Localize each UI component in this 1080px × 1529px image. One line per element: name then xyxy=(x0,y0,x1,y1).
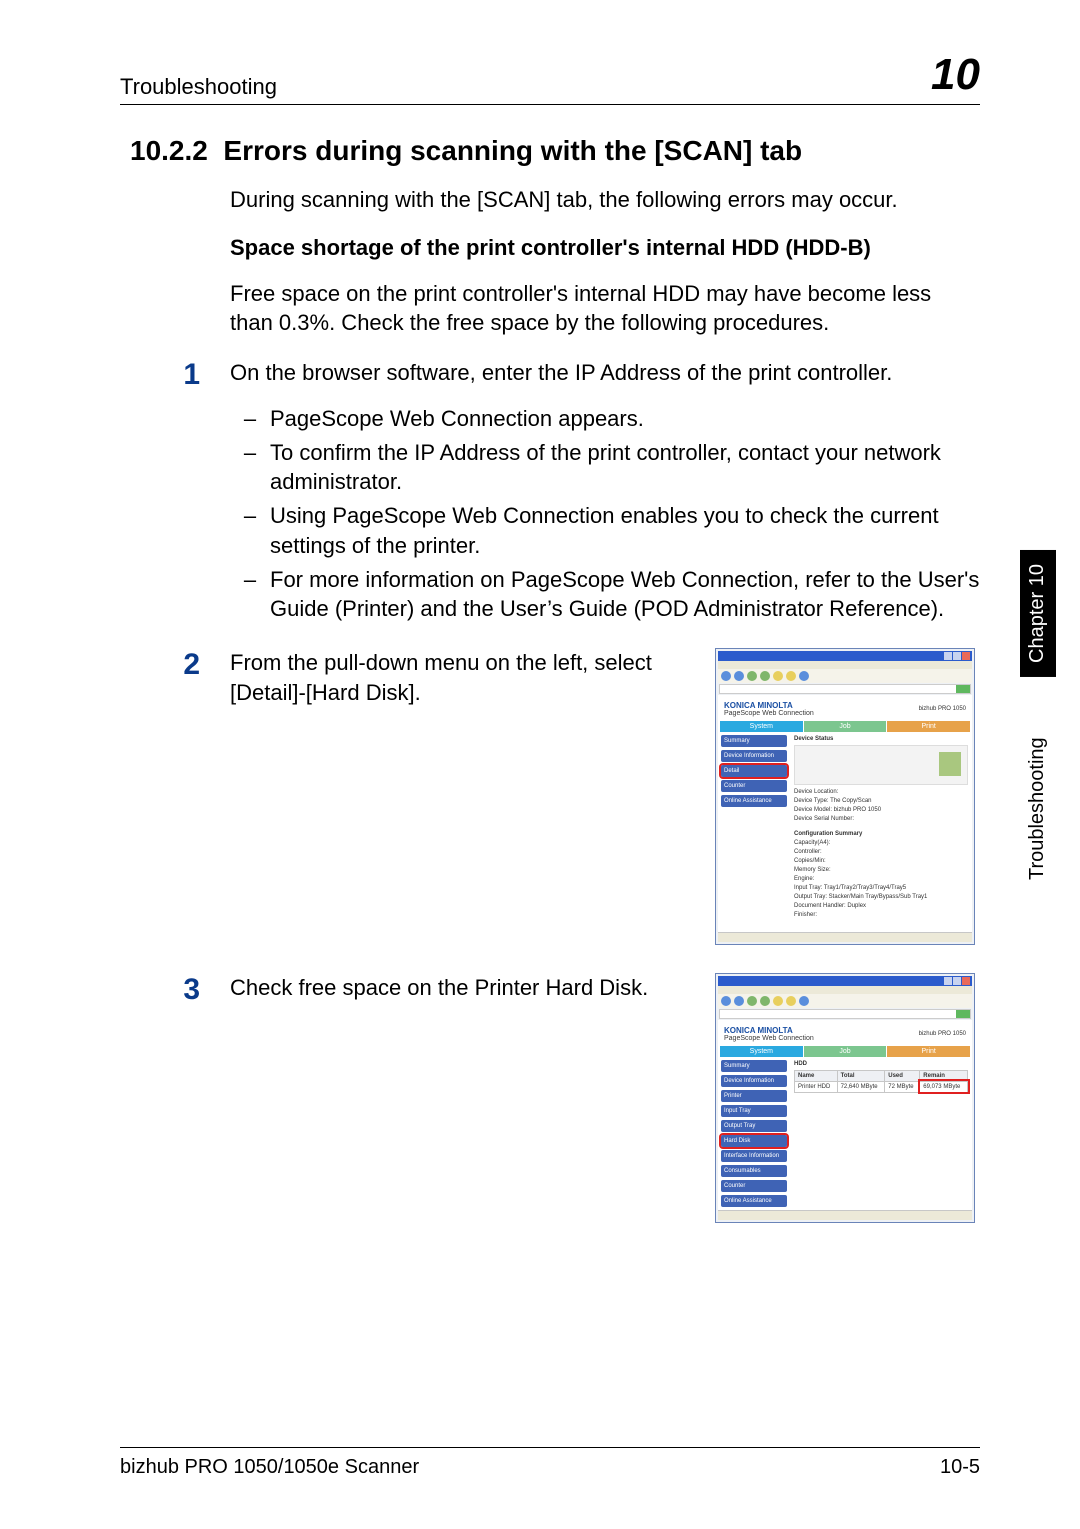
sub-intro: Free space on the print controller's int… xyxy=(230,279,980,338)
nav-summary[interactable]: Summary xyxy=(721,1060,787,1072)
step-3-text: Check free space on the Printer Hard Dis… xyxy=(230,973,699,1003)
col-remain: Remain xyxy=(920,1070,968,1081)
kv-row: Controller: xyxy=(794,849,968,855)
nav-device-info[interactable]: Device Information xyxy=(721,750,787,762)
tab-job[interactable]: Job xyxy=(804,1046,887,1057)
browser-toolbar xyxy=(718,994,972,1008)
step-2-text: From the pull-down menu on the left, sel… xyxy=(230,648,699,707)
nav-device-info[interactable]: Device Information xyxy=(721,1075,787,1087)
main-panel: HDD Name Total Used Remain Printer HDD 7… xyxy=(790,1057,972,1210)
chapter-number: 10 xyxy=(931,50,980,100)
table-row: Printer HDD 72,640 MByte 72 MByte 69,073… xyxy=(795,1081,968,1092)
nav-summary[interactable]: Summary xyxy=(721,735,787,747)
footer-right: 10-5 xyxy=(940,1456,980,1479)
window-menubar xyxy=(718,986,972,994)
model-label: bizhub PRO 1050 xyxy=(919,706,966,712)
pwc-label: PageScope Web Connection xyxy=(724,1035,814,1042)
address-bar[interactable] xyxy=(719,1009,971,1019)
bullet-4: For more information on PageScope Web Co… xyxy=(270,565,980,624)
nav-detail[interactable]: Detail xyxy=(721,765,787,777)
bullet-2: To confirm the IP Address of the print c… xyxy=(270,438,980,497)
hdd-table: Name Total Used Remain Printer HDD 72,64… xyxy=(794,1070,968,1093)
nav-output-tray[interactable]: Output Tray xyxy=(721,1120,787,1132)
device-illustration xyxy=(794,745,968,785)
nav-hard-disk[interactable]: Hard Disk xyxy=(721,1135,787,1147)
kv-row: Device Location: xyxy=(794,789,968,795)
brand-logo: KONICA MINOLTA xyxy=(724,1026,814,1035)
nav-interface-info[interactable]: Interface Information xyxy=(721,1150,787,1162)
side-tab-title: Troubleshooting xyxy=(1020,677,1056,940)
nav-counter[interactable]: Counter xyxy=(721,780,787,792)
bullet-3: Using PageScope Web Connection enables y… xyxy=(270,501,980,560)
window-titlebar xyxy=(718,651,972,661)
kv-row: Copies/Min: xyxy=(794,858,968,864)
status-bar xyxy=(718,932,972,942)
step-3-number: 3 xyxy=(120,973,230,1007)
tab-job[interactable]: Job xyxy=(804,721,887,732)
kv-row: Capacity(A4): xyxy=(794,840,968,846)
nav-consumables[interactable]: Consumables xyxy=(721,1165,787,1177)
kv-row: Configuration Summary xyxy=(794,831,968,837)
cell-total: 72,640 MByte xyxy=(837,1081,885,1092)
screenshot-1: KONICA MINOLTA PageScope Web Connection … xyxy=(715,648,975,945)
section-heading: 10.2.2 Errors during scanning with the [… xyxy=(130,135,980,167)
sidebar: Summary Device Information Detail Counte… xyxy=(718,732,790,932)
panel-title: Device Status xyxy=(794,736,968,742)
sidebar: Summary Device Information Printer Input… xyxy=(718,1057,790,1210)
cell-remain: 69,073 MByte xyxy=(920,1081,968,1092)
nav-printer[interactable]: Printer xyxy=(721,1090,787,1102)
tab-system[interactable]: System xyxy=(720,721,803,732)
col-used: Used xyxy=(885,1070,920,1081)
model-label: bizhub PRO 1050 xyxy=(919,1031,966,1037)
address-bar[interactable] xyxy=(719,684,971,694)
side-tab: Chapter 10 Troubleshooting xyxy=(1020,550,1056,940)
sub-heading: Space shortage of the print controller's… xyxy=(230,235,980,261)
brand-logo: KONICA MINOLTA xyxy=(724,701,814,710)
kv-row: Memory Size: xyxy=(794,867,968,873)
nav-input-tray[interactable]: Input Tray xyxy=(721,1105,787,1117)
main-panel: Device Status Device Location: Device Ty… xyxy=(790,732,972,932)
kv-row: Output Tray: Stacker/Main Tray/Bypass/Su… xyxy=(794,894,968,900)
kv-row: Finisher: xyxy=(794,912,968,918)
tab-print[interactable]: Print xyxy=(887,721,970,732)
hdd-title: HDD xyxy=(794,1061,968,1067)
tab-system[interactable]: System xyxy=(720,1046,803,1057)
kv-row: Device Serial Number: xyxy=(794,816,968,822)
kv-row: Input Tray: Tray1/Tray2/Tray3/Tray4/Tray… xyxy=(794,885,968,891)
step-1-number: 1 xyxy=(120,358,230,392)
cell-name: Printer HDD xyxy=(795,1081,838,1092)
browser-toolbar xyxy=(718,669,972,683)
page-header-left: Troubleshooting xyxy=(120,74,277,100)
nav-online-assist[interactable]: Online Assistance xyxy=(721,1195,787,1207)
section-number: 10.2.2 xyxy=(130,135,208,166)
kv-row: Document Handler: Duplex xyxy=(794,903,968,909)
window-menubar xyxy=(718,661,972,669)
footer-left: bizhub PRO 1050/1050e Scanner xyxy=(120,1456,419,1479)
col-total: Total xyxy=(837,1070,885,1081)
nav-counter[interactable]: Counter xyxy=(721,1180,787,1192)
bullet-1: PageScope Web Connection appears. xyxy=(270,404,644,434)
tab-print[interactable]: Print xyxy=(887,1046,970,1057)
kv-row: Device Model: bizhub PRO 1050 xyxy=(794,807,968,813)
window-titlebar xyxy=(718,976,972,986)
kv-row: Device Type: The Copy/Scan xyxy=(794,798,968,804)
screenshot-2: KONICA MINOLTA PageScope Web Connection … xyxy=(715,973,975,1223)
pwc-label: PageScope Web Connection xyxy=(724,710,814,717)
cell-used: 72 MByte xyxy=(885,1081,920,1092)
col-name: Name xyxy=(795,1070,838,1081)
step-1-bullets: –PageScope Web Connection appears. –To c… xyxy=(230,404,980,624)
step-1-text: On the browser software, enter the IP Ad… xyxy=(230,358,980,388)
step-2-number: 2 xyxy=(120,648,230,682)
section-title-text: Errors during scanning with the [SCAN] t… xyxy=(223,135,802,166)
nav-online-assist[interactable]: Online Assistance xyxy=(721,795,787,807)
kv-row: Engine: xyxy=(794,876,968,882)
section-intro: During scanning with the [SCAN] tab, the… xyxy=(230,185,980,215)
status-bar xyxy=(718,1210,972,1220)
side-tab-chapter: Chapter 10 xyxy=(1020,550,1056,677)
